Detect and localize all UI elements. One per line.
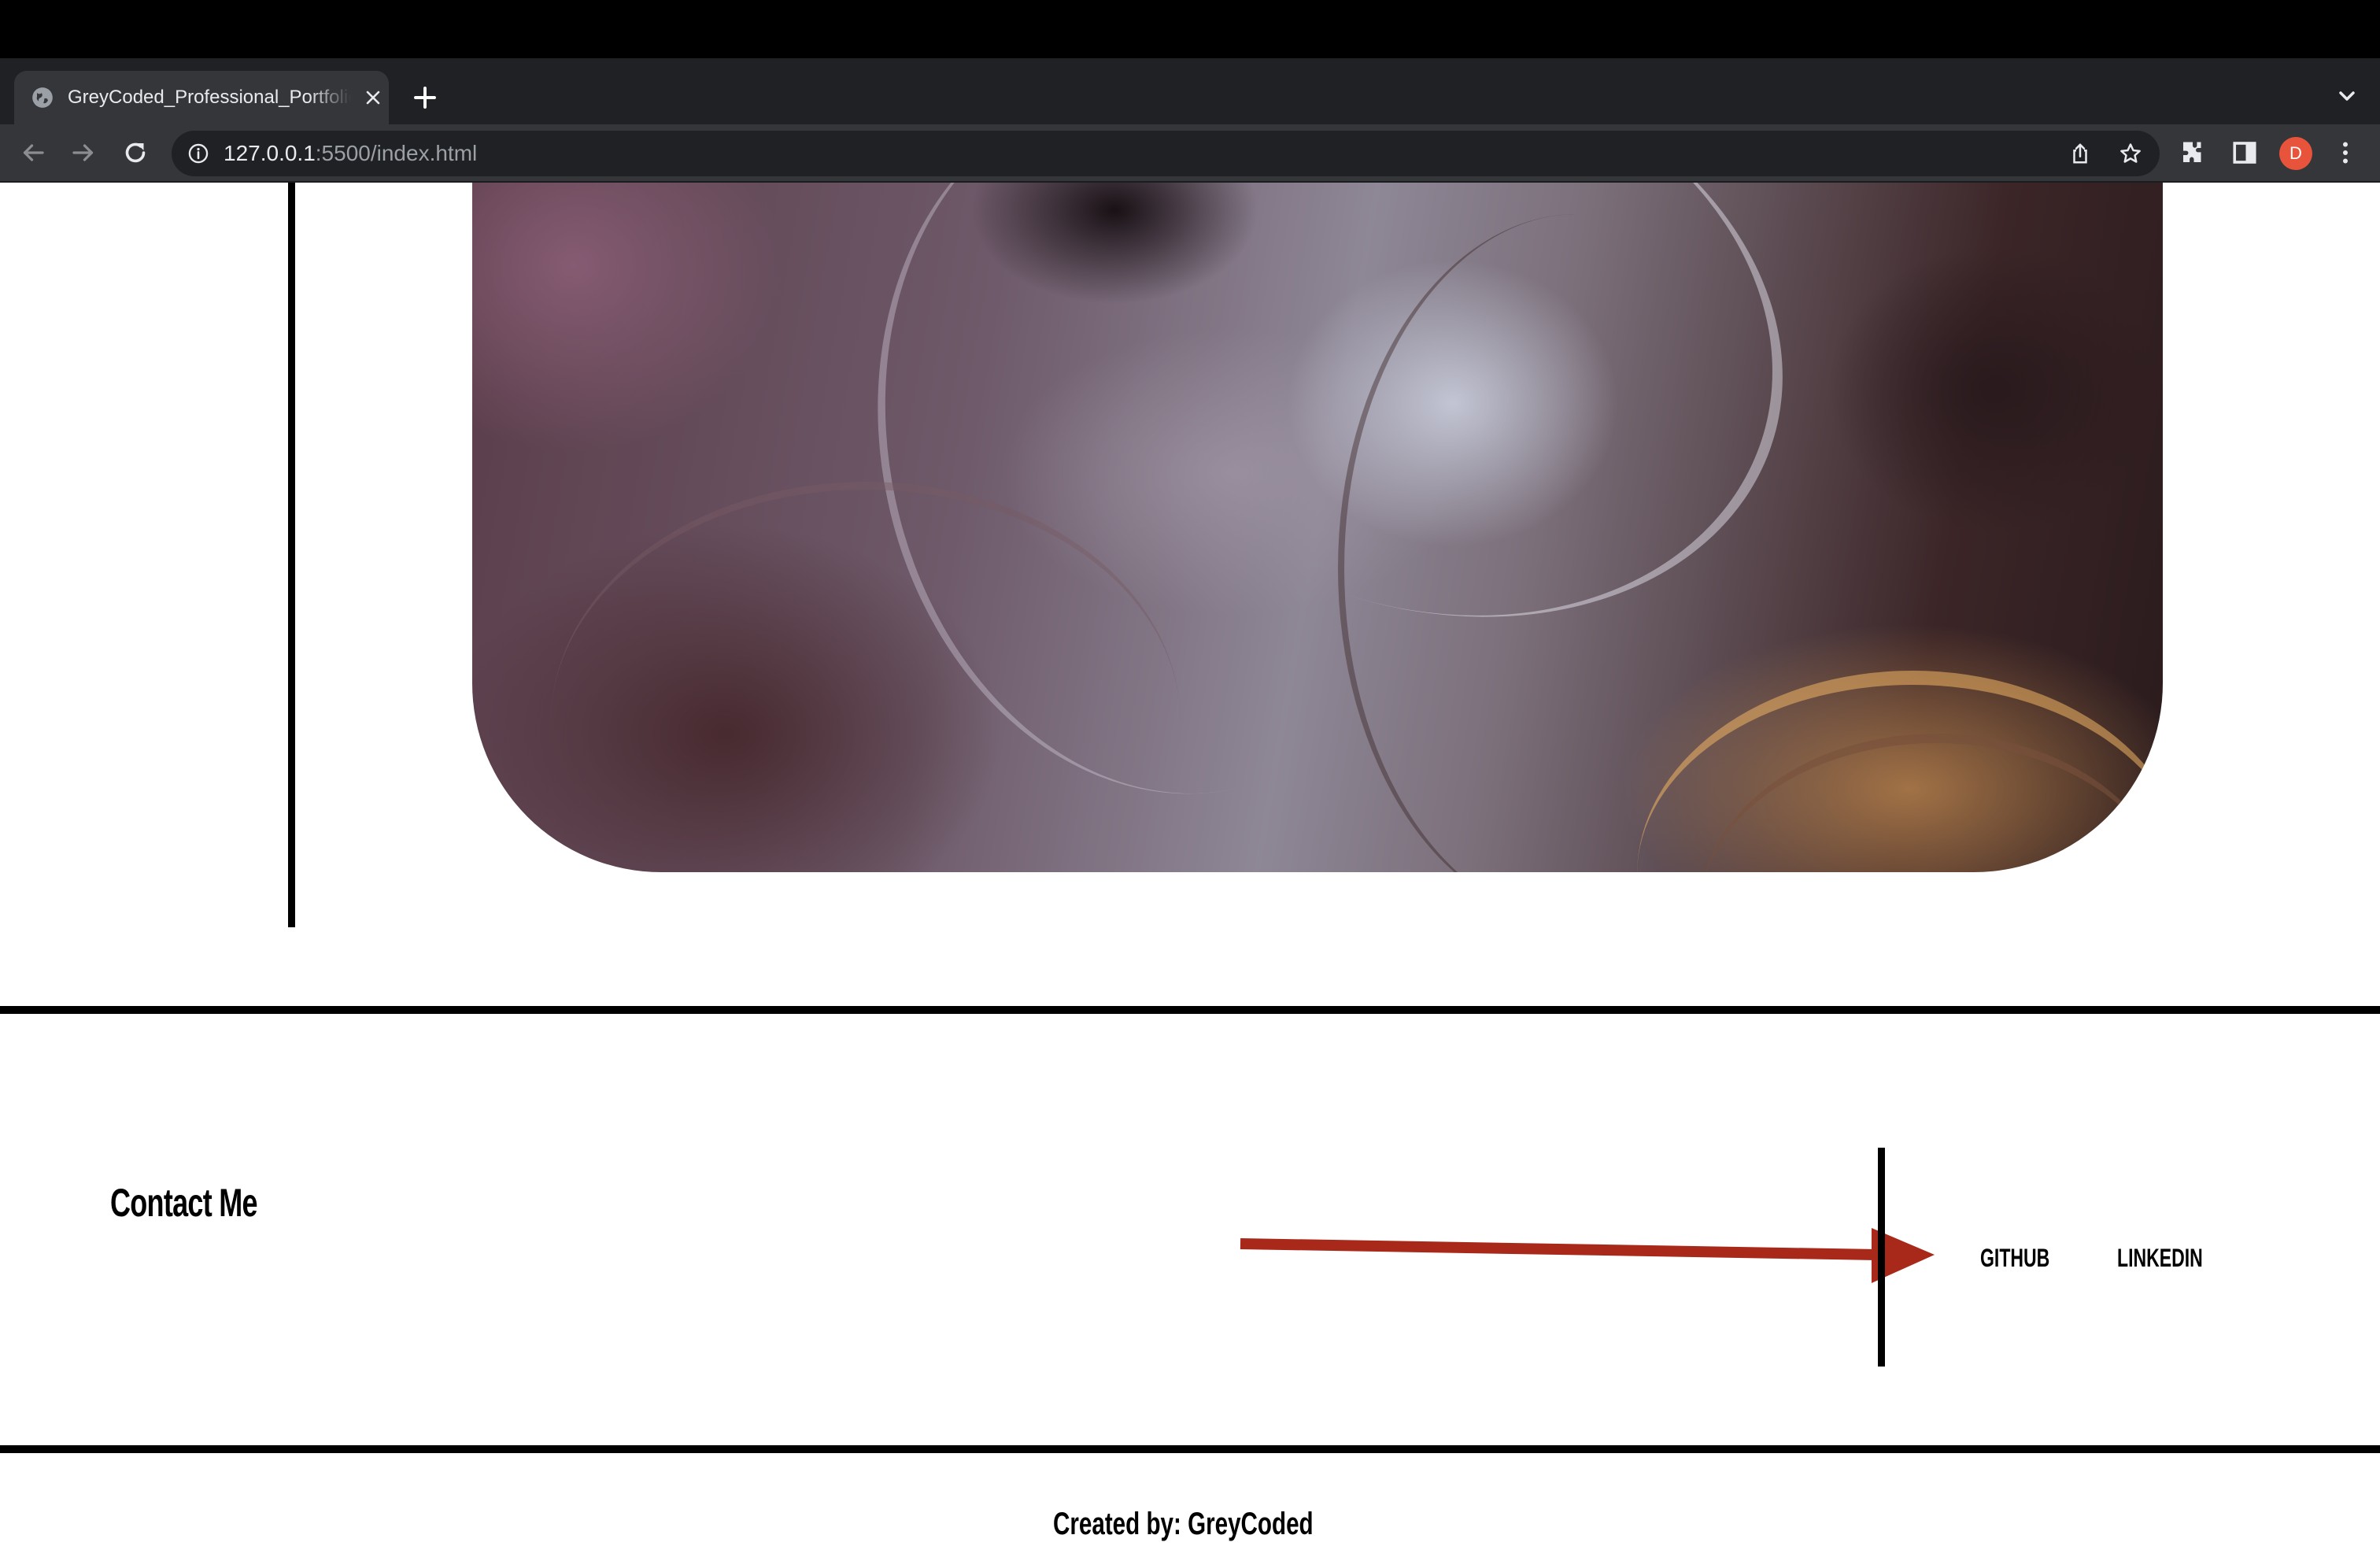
active-tab[interactable]: GreyCoded_Professional_Portfolio: [14, 71, 389, 124]
menu-icon[interactable]: [2331, 139, 2360, 167]
arrow-icon: [1240, 1228, 1935, 1283]
star-icon[interactable]: [2119, 142, 2142, 165]
share-icon[interactable]: [2068, 142, 2092, 165]
right-vertical-rule: [1878, 1148, 1885, 1367]
plus-icon[interactable]: [411, 83, 439, 112]
tab-strip: GreyCoded_Professional_Portfolio: [0, 58, 2380, 124]
close-icon[interactable]: [364, 88, 382, 107]
section-divider-top: [0, 1006, 2380, 1014]
globe-icon: [32, 87, 53, 108]
reload-icon[interactable]: [121, 139, 150, 167]
profile-avatar[interactable]: D: [2279, 137, 2312, 170]
url-path: :5500/index.html: [315, 141, 478, 165]
left-vertical-rule: [288, 183, 295, 927]
browser-toolbar: 127.0.0.1:5500/index.html D: [0, 124, 2380, 183]
chevron-down-icon[interactable]: [2334, 83, 2360, 109]
url-host: 127.0.0.1: [224, 141, 316, 165]
back-icon[interactable]: [19, 139, 47, 167]
extensions-icon[interactable]: [2179, 139, 2207, 167]
side-panel-icon[interactable]: [2230, 139, 2259, 167]
linkedin-link[interactable]: LINKEDIN: [2117, 1242, 2203, 1274]
hero-image: [472, 183, 2163, 872]
address-bar[interactable]: 127.0.0.1:5500/index.html: [172, 131, 2160, 176]
contact-title: Contact Me: [110, 1181, 258, 1225]
github-link[interactable]: GITHUB: [1980, 1242, 2049, 1274]
url-text: 127.0.0.1:5500/index.html: [224, 140, 477, 167]
info-icon[interactable]: [187, 142, 209, 165]
tab-title: GreyCoded_Professional_Portfolio: [68, 87, 351, 108]
os-menu-bar: [0, 0, 2380, 58]
forward-icon[interactable]: [69, 139, 98, 167]
footer-credit: Created by: GreyCoded: [1053, 1507, 1314, 1541]
section-divider-bottom: [0, 1445, 2380, 1453]
